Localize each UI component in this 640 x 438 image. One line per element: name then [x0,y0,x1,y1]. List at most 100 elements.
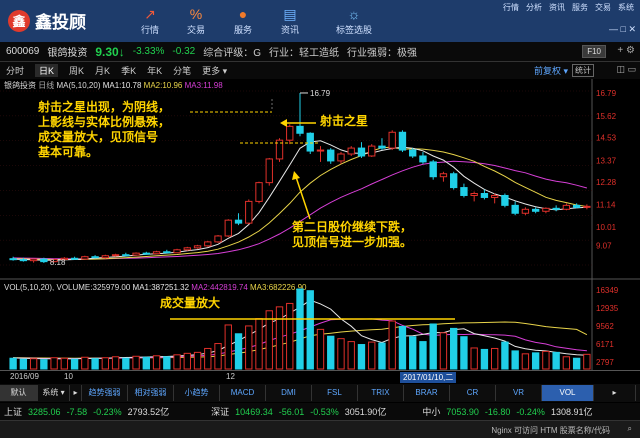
tab-fsl[interactable]: FSL [312,385,358,401]
candle-body [562,204,571,210]
nav-trade[interactable]: % 交易 [178,5,214,36]
candle-body [572,204,581,208]
volume-bar [542,350,550,370]
percent-icon: % [189,6,203,22]
volume-bar [357,344,366,370]
candle-body [40,258,48,263]
volume-bar [368,341,376,370]
left-annotation: 射击之星出现，为阴线， 上影线与实体比例悬殊， 成交量放大，见顶信号 基本可靠。 [38,100,170,160]
candle-body [91,256,99,259]
volume-bar [255,318,263,370]
tab-cr[interactable]: CR [450,385,496,401]
candle-body [542,207,550,212]
tab-arrow[interactable]: ▸ [70,385,82,401]
menu-service[interactable]: 服务 [572,2,588,13]
price-tick-label: 16.79 [596,89,617,98]
tab-trix[interactable]: TRIX [358,385,404,401]
adjust-dropdown[interactable]: 前复权 ▾ [534,64,568,77]
search-icon[interactable]: ⌕ [628,424,632,434]
tab-vr[interactable]: VR [496,385,542,401]
candle-body [286,125,294,141]
volume-bar [583,353,591,370]
right-annotation-line: 第二日股价继续下跌， [292,220,413,234]
volume-bar [572,357,581,370]
candle-body [316,149,325,152]
period-tab-more[interactable]: 更多 ▾ [202,64,227,77]
chart-tools-icon[interactable]: ◫ ▭ [616,64,636,75]
candle-body [111,254,120,257]
price-value: 9.30 [95,44,119,59]
tab-vol[interactable]: VOL [542,385,594,401]
nav-tag-picker[interactable]: ☼ 标签选股 [332,5,376,36]
period-tab[interactable]: 周K [69,64,84,77]
period-tab[interactable]: 分笔 [173,64,191,77]
candle-body [388,131,396,149]
period-tab[interactable]: 分时 [6,64,24,77]
volume-annotation: 成交量放大 [160,296,221,310]
tab-small-trend[interactable]: 小趋势 [174,385,220,401]
f10-button[interactable]: F10 [582,45,606,58]
candle-body [347,147,355,155]
period-tab-active[interactable]: 日K [35,64,59,77]
period-tab[interactable]: 年K [147,64,162,77]
zx-value: 7053.90 [446,406,479,417]
chart-line-icon: ↗ [144,6,156,22]
candle-body [122,254,130,257]
volume-bar [490,347,499,370]
menu-system[interactable]: 系统 [618,2,634,13]
price-tick-label: 11.14 [596,201,616,210]
menu-news[interactable]: 资讯 [549,2,565,13]
tab-more[interactable]: ▸ [594,385,636,401]
left-annotation-line: 射击之星出现，为阴线， [38,100,171,114]
volume-bar [531,352,540,370]
sz-label[interactable]: 深证 [211,405,229,418]
tab-relative-strength[interactable]: 相对强弱 [128,385,174,401]
tab-macd[interactable]: MACD [220,385,266,401]
nav-market[interactable]: ↗ 行情 [132,5,168,36]
tab-system[interactable]: 系统 ▾ [38,385,70,401]
left-annotation-line: 上影线与实体比例悬殊， [38,115,171,129]
volume-bar [470,347,478,370]
app-logo-text: 鑫投顾 [35,13,86,32]
zx-pct: -0.24% [516,406,545,417]
right-annotation-line: 见顶信号进一步加强。 [292,235,413,249]
sh-label[interactable]: 上证 [4,405,22,418]
tab-default[interactable]: 默认 [0,385,38,401]
tab-trend-strength[interactable]: 趋势强弱 [82,385,128,401]
nav-market-label: 行情 [140,25,159,35]
candle-body [327,149,335,162]
volume-bar [409,336,417,370]
volume-tick-label: 9562 [596,322,614,331]
sz-value: 10469.34 [235,406,273,417]
menu-trade[interactable]: 交易 [595,2,611,13]
period-tab[interactable]: 月K [95,64,110,77]
quote-line: 600069 银鸽投资 9.30↓ -3.33% -0.32 综合评级：G 行业… [0,42,640,62]
zx-amount: 1308.91亿 [550,407,593,417]
candle-body [101,255,110,259]
candle-body [511,204,519,214]
volume-tick-label: 6171 [596,340,614,349]
date-axis: 2016/09 10 12 2017/01/10,二 [0,370,640,383]
volume-bar [132,355,140,370]
menu-market[interactable]: 行情 [503,2,519,13]
candle-body [552,207,560,210]
stats-button[interactable]: 统计 [572,64,594,77]
candle-body [450,173,458,189]
menu-analysis[interactable]: 分析 [526,2,542,13]
period-tab[interactable]: 季K [121,64,136,77]
price-change: -0.32 [172,46,196,57]
quote-tools-icon[interactable]: + ⚙ [617,45,635,56]
zx-label[interactable]: 中小 [422,405,440,418]
volume-bar [214,343,222,370]
nav-news[interactable]: ▤ 资讯 [272,5,308,36]
app-logo: 鑫 鑫投顾 [8,8,86,33]
volume-bar [306,290,314,370]
candle-body [378,145,386,149]
price-tick-label: 14.53 [596,134,617,143]
volume-bar [552,351,560,370]
tab-brar[interactable]: BRAR [404,385,450,401]
sz-pct: -0.53% [310,406,339,417]
tab-dmi[interactable]: DMI [266,385,312,401]
nav-service[interactable]: ● 服务 [225,5,261,36]
window-controls[interactable]: — □ ✕ [609,24,636,35]
